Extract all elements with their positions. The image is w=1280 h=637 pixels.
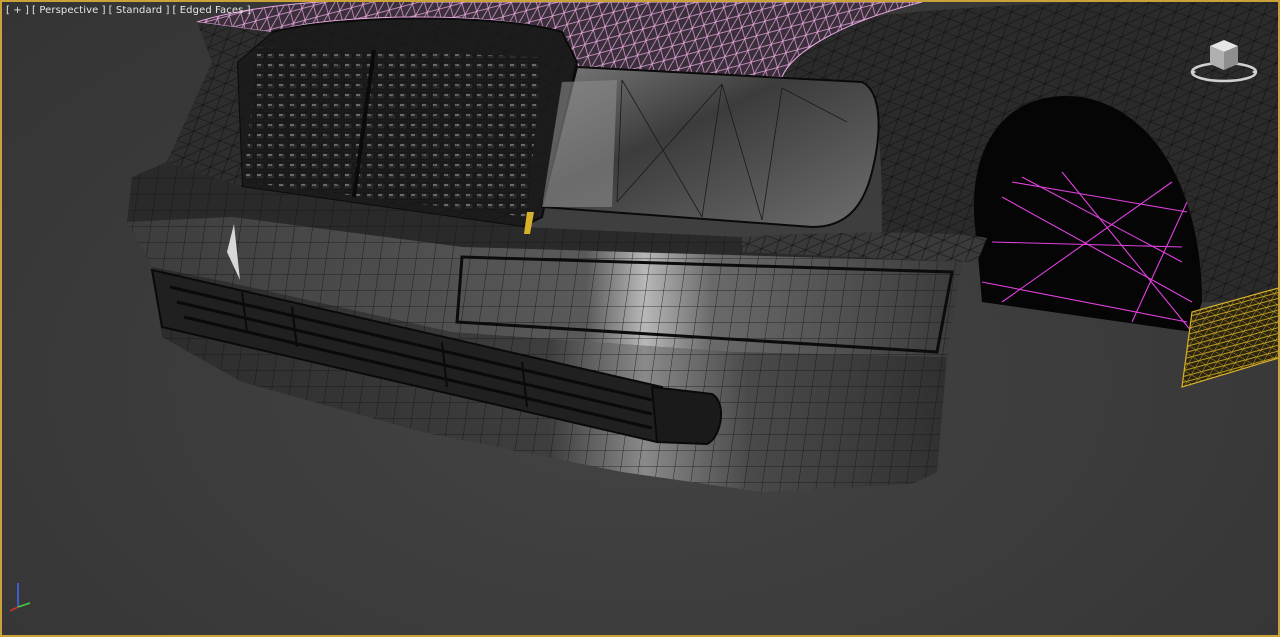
viewport-edged-faces-menu[interactable]: [ Edged Faces ] xyxy=(172,5,250,16)
axis-tripod-icon xyxy=(9,583,31,612)
viewport-view-menu[interactable]: [ Perspective ] xyxy=(32,5,106,16)
fog-lamp-recess xyxy=(650,385,723,446)
viewport-label-menu: [ + ] [ Perspective ] [ Standard ] [ Edg… xyxy=(6,5,251,16)
viewport-shading-menu[interactable]: [ Standard ] xyxy=(109,5,170,16)
viewcube-icon[interactable] xyxy=(1188,32,1260,86)
headlight[interactable] xyxy=(540,65,880,229)
viewport-plus-menu[interactable]: [ + ] xyxy=(6,5,29,16)
car-front-mesh[interactable] xyxy=(2,2,1280,637)
perspective-viewport[interactable]: [ + ] [ Perspective ] [ Standard ] [ Edg… xyxy=(0,0,1280,637)
